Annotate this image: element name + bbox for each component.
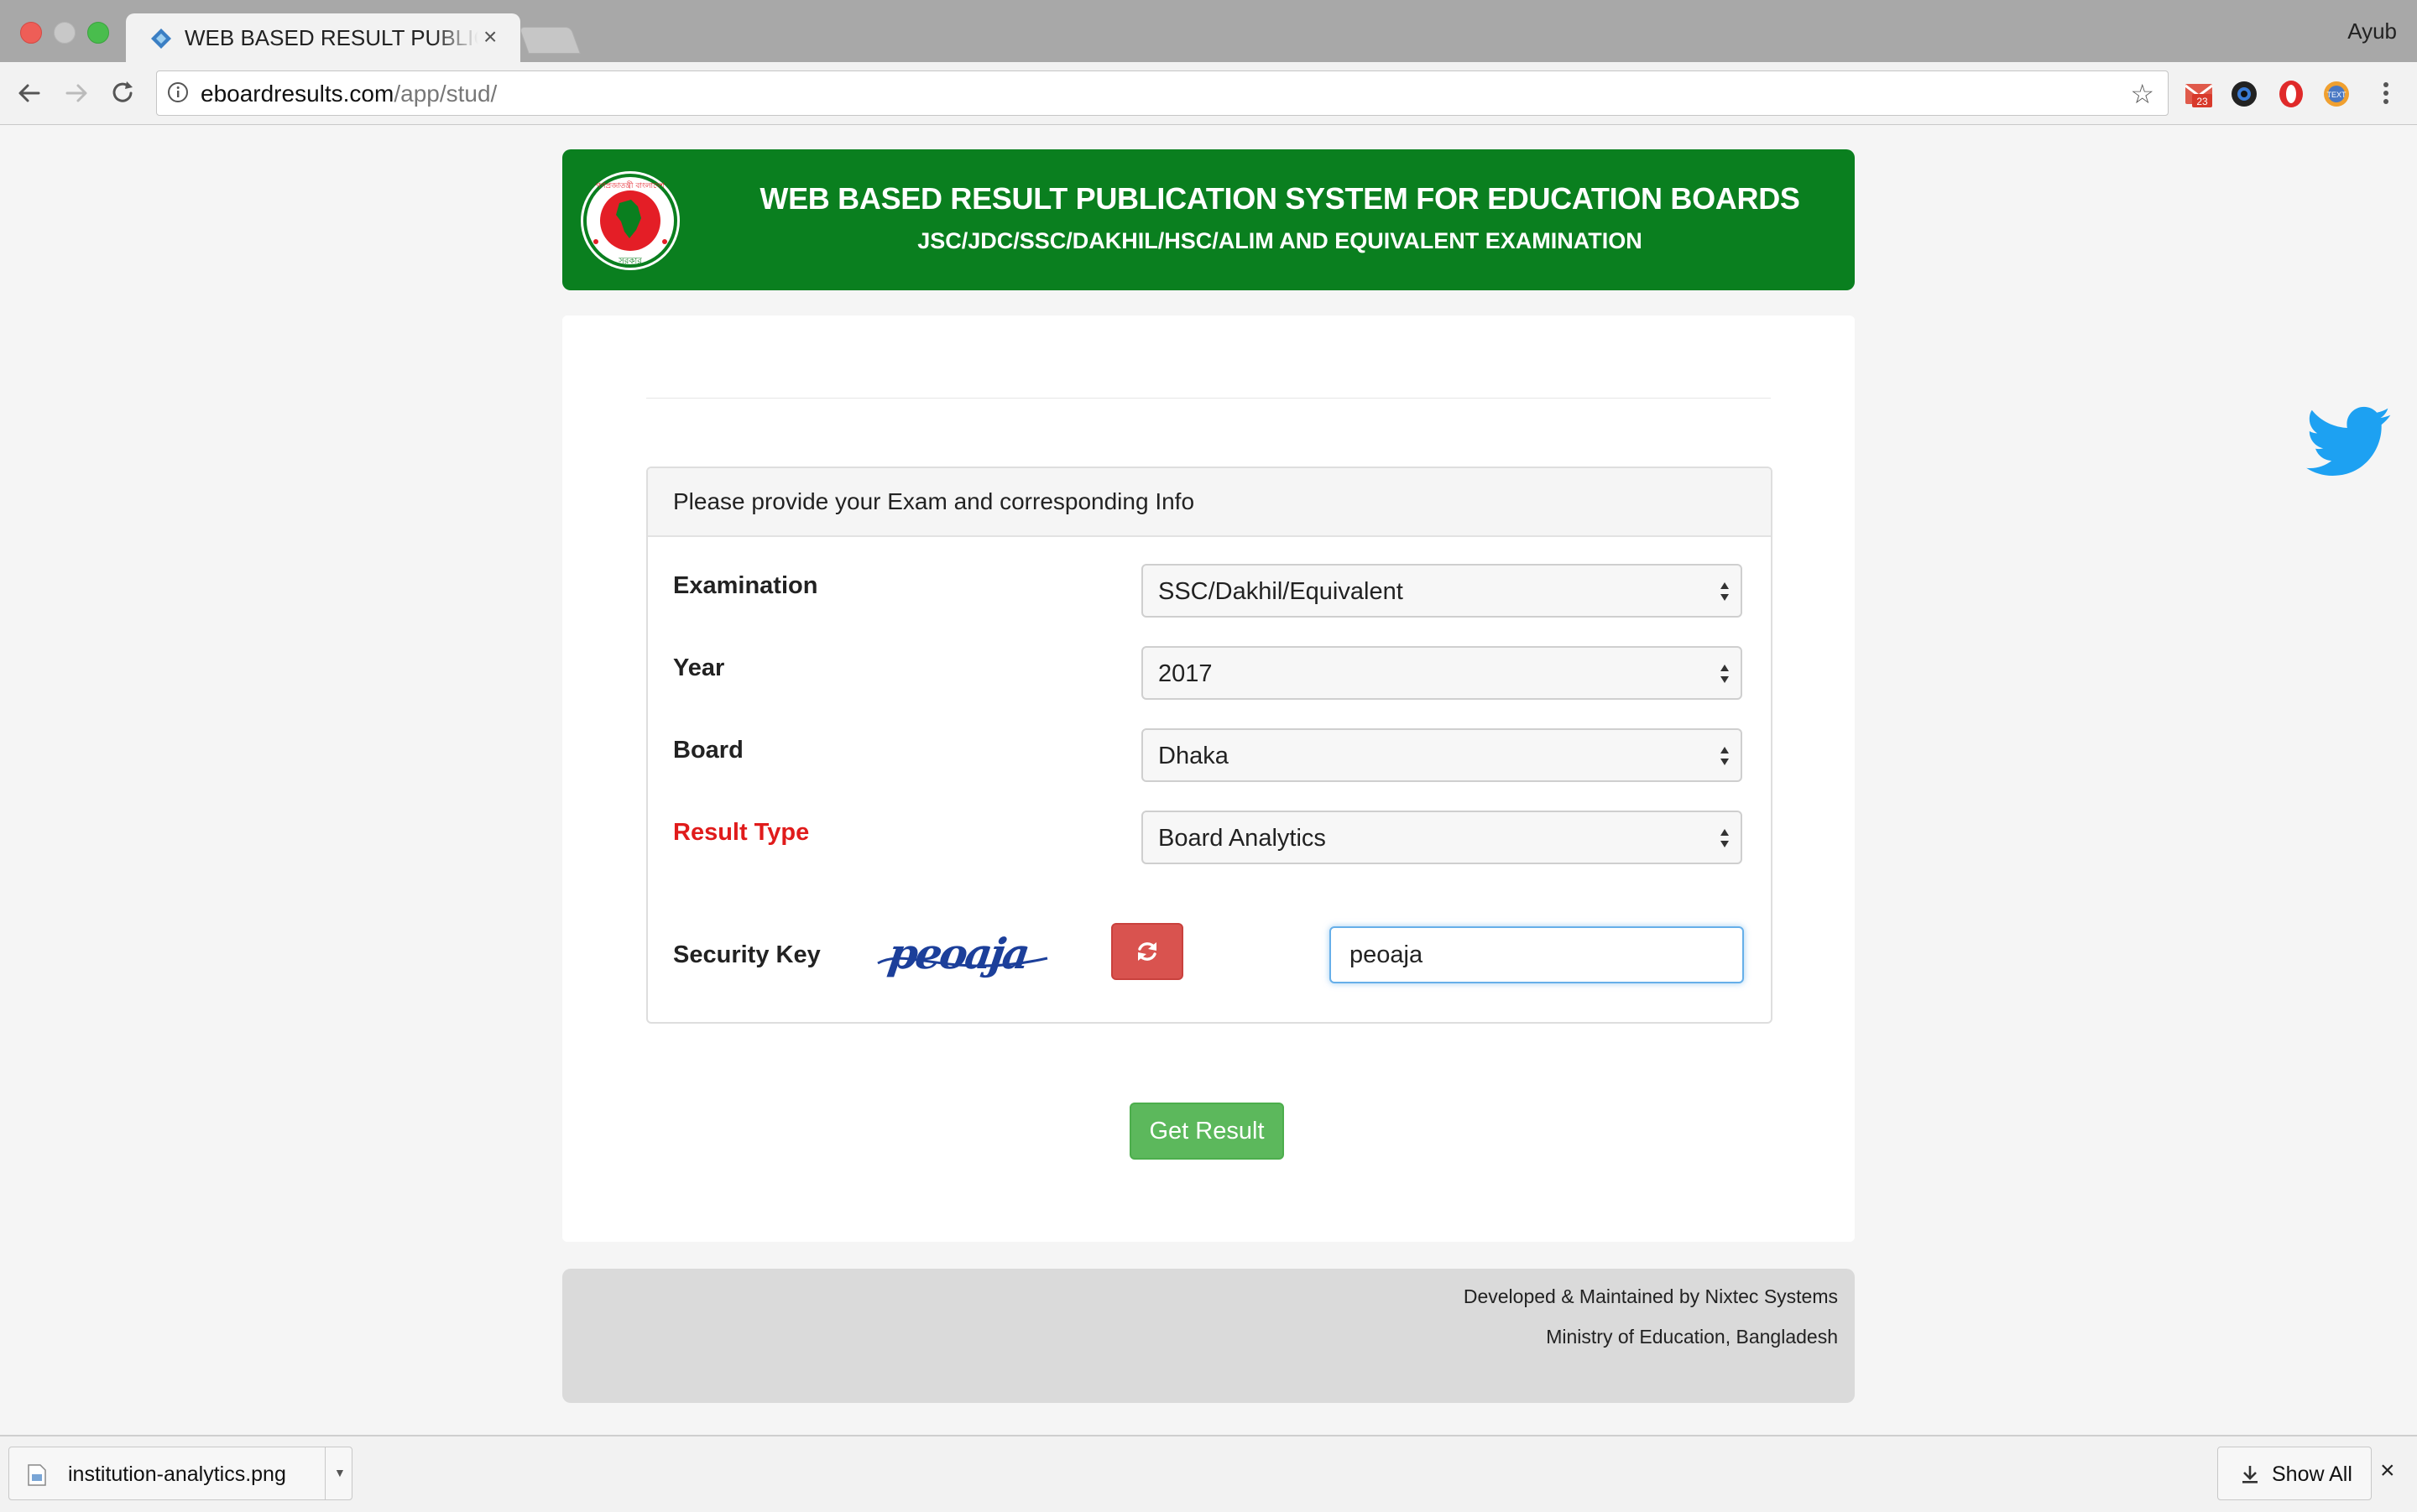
government-seal-logo: গণপ্রজাতন্ত্রী বাংলাদেশ সরকার [581, 171, 680, 270]
exam-info-panel: Please provide your Exam and correspondi… [646, 467, 1772, 1160]
seal-text-top: গণপ্রজাতন্ত্রী বাংলাদেশ [596, 180, 665, 190]
site-title: WEB BASED RESULT PUBLICATION SYSTEM FOR … [760, 181, 1800, 216]
footer-developer-text: Developed & Maintained by Nixtec Systems [1463, 1285, 1838, 1307]
image-file-icon [28, 1464, 46, 1486]
result-type-select-value: Board Analytics [1158, 825, 1326, 852]
result-type-label: Result Type [673, 819, 810, 846]
browser-menu-icon[interactable] [2380, 77, 2392, 109]
address-bar[interactable]: eboardresults.com/app/stud/ ☆ [156, 70, 2169, 116]
opera-extension-icon[interactable] [2276, 79, 2306, 109]
profile-name[interactable]: Ayub [2347, 18, 2397, 44]
close-download-bar-icon[interactable]: × [2380, 1457, 2395, 1485]
get-result-button[interactable]: Get Result [1130, 1103, 1284, 1160]
url-domain: eboardresults.com [201, 81, 394, 107]
year-label: Year [673, 654, 725, 681]
site-header-banner: গণপ্রজাতন্ত্রী বাংলাদেশ সরকার WEB BASED … [562, 149, 1855, 290]
download-item[interactable]: institution-analytics.png ▼ [8, 1447, 352, 1500]
text-extension-icon[interactable]: TEXT [2321, 79, 2352, 109]
download-bar: institution-analytics.png ▼ Show All × [0, 1435, 2417, 1512]
url-path: /app/stud/ [394, 81, 498, 107]
browser-toolbar: eboardresults.com/app/stud/ ☆ 23 TEXT [0, 62, 2417, 125]
site-footer: Developed & Maintained by Nixtec Systems… [562, 1269, 1855, 1403]
minimize-window-button[interactable] [54, 22, 76, 44]
twitter-bird-icon[interactable] [2306, 406, 2392, 478]
board-select-value: Dhaka [1158, 743, 1229, 769]
panel-heading: Please provide your Exam and correspondi… [648, 468, 1771, 537]
board-label: Board [673, 737, 744, 764]
back-arrow-icon[interactable] [13, 77, 45, 109]
captcha-image: peoaja [877, 929, 1048, 978]
text-extension-label: TEXT [2326, 91, 2347, 99]
new-tab-button[interactable] [519, 27, 581, 54]
panel-heading-text: Please provide your Exam and correspondi… [673, 488, 1195, 514]
select-updown-icon [1720, 582, 1729, 601]
show-all-label: Show All [2272, 1462, 2352, 1486]
refresh-captcha-button[interactable] [1111, 923, 1183, 980]
select-updown-icon [1720, 665, 1729, 683]
tab-close-icon[interactable]: × [483, 23, 497, 50]
download-file-name: institution-analytics.png [68, 1462, 286, 1486]
year-select-value: 2017 [1158, 660, 1213, 687]
info-icon[interactable] [167, 81, 189, 103]
seal-text-bottom: সরকার [618, 257, 642, 266]
examination-label: Examination [673, 572, 818, 599]
bookmark-star-icon[interactable]: ☆ [2130, 78, 2154, 110]
close-window-button[interactable] [20, 22, 42, 44]
security-key-input[interactable] [1329, 926, 1744, 983]
camera-extension-icon[interactable] [2229, 79, 2259, 109]
reload-icon[interactable] [107, 77, 139, 109]
result-type-select[interactable]: Board Analytics [1141, 811, 1742, 864]
footer-ministry-text: Ministry of Education, Bangladesh [1546, 1326, 1838, 1348]
chevron-down-icon: ▼ [334, 1466, 346, 1479]
maximize-window-button[interactable] [87, 22, 109, 44]
examination-select-value: SSC/Dakhil/Equivalent [1158, 578, 1403, 605]
refresh-icon [1138, 942, 1156, 961]
main-content: Please provide your Exam and correspondi… [562, 315, 1855, 1242]
site-subtitle: JSC/JDC/SSC/DAKHIL/HSC/ALIM AND EQUIVALE… [917, 228, 1642, 253]
forward-arrow-icon[interactable] [60, 77, 92, 109]
board-select[interactable]: Dhaka [1141, 728, 1742, 782]
select-updown-icon [1720, 747, 1729, 765]
select-updown-icon [1720, 829, 1729, 847]
security-key-label: Security Key [673, 941, 821, 968]
browser-tab-active[interactable]: WEB BASED RESULT PUBLICATION SYSTEM FOR … [126, 13, 520, 62]
tab-title: WEB BASED RESULT PUBLICATION SYSTEM FOR … [185, 25, 478, 50]
gmail-extension-icon[interactable]: 23 [2184, 79, 2214, 109]
show-all-downloads-button[interactable]: Show All [2217, 1447, 2372, 1500]
url-text: eboardresults.com/app/stud/ [201, 81, 497, 107]
examination-select[interactable]: SSC/Dakhil/Equivalent [1141, 564, 1742, 618]
browser-titlebar: WEB BASED RESULT PUBLICATION SYSTEM FOR … [0, 0, 2417, 62]
site-favicon-icon [151, 29, 171, 49]
download-icon [2242, 1466, 2258, 1483]
captcha-text: peoaja [885, 929, 1031, 978]
horizontal-divider [646, 398, 1771, 399]
year-select[interactable]: 2017 [1141, 646, 1742, 700]
download-options-button[interactable]: ▼ [325, 1447, 352, 1499]
gmail-badge-count: 23 [2196, 96, 2208, 107]
